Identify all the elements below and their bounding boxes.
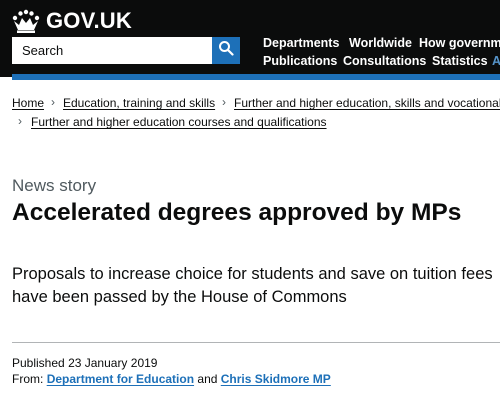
published-date: 23 January 2019 — [68, 356, 158, 370]
nav-statistics[interactable]: Statistics — [432, 53, 488, 69]
nav-consultations[interactable]: Consultations — [343, 53, 426, 69]
from-label: From: — [12, 372, 44, 386]
breadcrumb-courses-qualifications[interactable]: Further and higher education courses and… — [31, 114, 327, 130]
content-type-caption: News story — [12, 176, 97, 195]
govuk-logo-text: GOV.UK — [46, 8, 132, 33]
org-link-department-for-education[interactable]: Department for Education — [47, 372, 194, 386]
search-form: Search — [12, 37, 240, 64]
crown-icon — [12, 9, 40, 33]
published-metadata: Published 23 January 2019 — [12, 355, 157, 371]
nav-departments[interactable]: Departments — [263, 35, 339, 51]
conjunction: and — [197, 372, 218, 386]
nav-publications[interactable]: Publications — [263, 53, 337, 69]
breadcrumb-home[interactable]: Home — [12, 95, 44, 111]
search-button[interactable] — [212, 37, 240, 64]
header-blue-bar — [12, 74, 500, 80]
nav-worldwide[interactable]: Worldwide — [349, 35, 412, 51]
search-icon — [218, 40, 234, 61]
person-link-chris-skidmore[interactable]: Chris Skidmore MP — [221, 372, 331, 386]
page-title: Accelerated degrees approved by MPs — [12, 199, 462, 226]
nav-how-government-works[interactable]: How governme — [419, 35, 500, 51]
nav-more[interactable]: A — [492, 53, 500, 69]
breadcrumb-education-training-skills[interactable]: Education, training and skills — [63, 95, 215, 111]
search-input[interactable]: Search — [12, 37, 212, 64]
govuk-logo-link[interactable]: GOV.UK — [12, 8, 132, 34]
from-metadata: From: Department for Education and Chris… — [12, 371, 331, 387]
article-summary: Proposals to increase choice for student… — [12, 265, 493, 306]
breadcrumb-further-higher-education-skills[interactable]: Further and higher education, skills and… — [234, 95, 500, 111]
metadata-divider — [12, 342, 500, 343]
top-navigation: Departments Worldwide How governme Publi… — [263, 35, 500, 71]
chevron-right-icon: › — [51, 95, 55, 109]
site-header: GOV.UK Search Departments Worldwide How … — [0, 0, 500, 77]
published-label: Published — [12, 356, 65, 370]
chevron-right-icon: › — [18, 114, 22, 128]
chevron-right-icon: › — [222, 95, 226, 109]
